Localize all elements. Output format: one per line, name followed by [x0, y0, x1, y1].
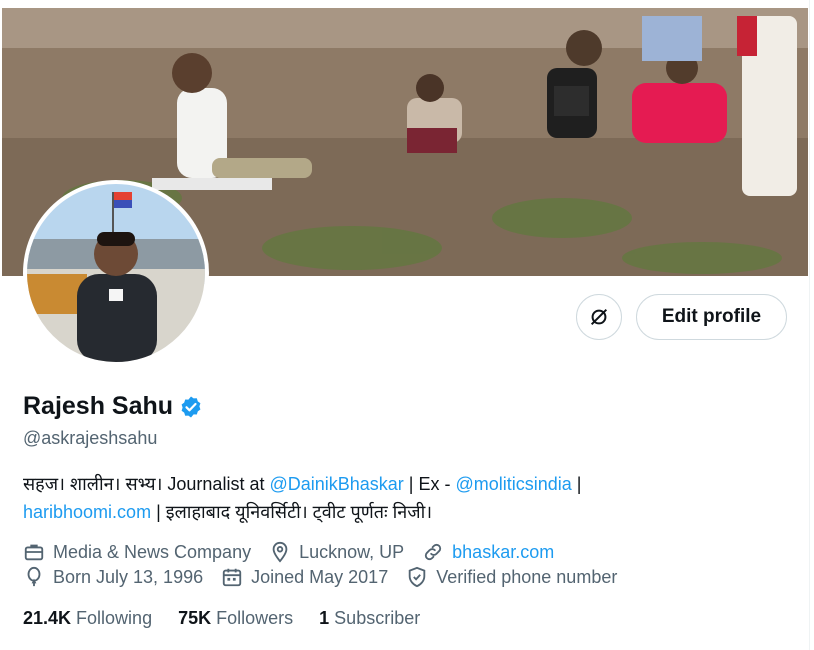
following-label: Following [76, 608, 153, 628]
bio-text: | इलाहाबाद यूनिवर्सिटी। ट्वीट पूर्णतः नि… [151, 502, 433, 522]
verified-badge-icon[interactable] [179, 395, 203, 419]
subscriber-label: Subscriber [334, 608, 421, 628]
location-text: Lucknow, UP [299, 541, 405, 562]
profile-handle: @askrajeshsahu [23, 428, 158, 448]
birthday-item: Born July 13, 1996 [23, 566, 203, 588]
profile-meta-row-2: Born July 13, 1996 Joined May 2017 Verif… [23, 566, 635, 588]
shield-check-icon [408, 566, 426, 588]
website-link[interactable]: bhaskar.com [452, 542, 554, 563]
category-item: Media & News Company [23, 541, 251, 563]
joined-text: Joined May 2017 [251, 566, 389, 587]
category-text: Media & News Company [53, 541, 252, 562]
profile-stats: 21.4K Following 75K Followers 1 Subscriber [23, 608, 446, 629]
followers-stat[interactable]: 75K Followers [178, 608, 293, 629]
mention-link[interactable]: @moliticsindia [455, 474, 571, 494]
location-pin-icon [272, 541, 288, 563]
profile-name-row: Rajesh Sahu [23, 392, 203, 421]
profile-name: Rajesh Sahu [23, 392, 174, 420]
balloon-icon [27, 566, 41, 587]
calendar-icon [222, 568, 242, 587]
verified-phone-item[interactable]: Verified phone number [406, 566, 617, 588]
bio-url-link[interactable]: haribhoomi.com [23, 502, 151, 522]
briefcase-icon [24, 544, 44, 561]
subscriber-stat[interactable]: 1 Subscriber [319, 608, 420, 629]
subscriber-count: 1 [319, 608, 330, 628]
profile-bio: सहज। शालीन। सभ्य। Journalist at @DainikB… [23, 470, 683, 526]
location-item: Lucknow, UP [269, 541, 404, 563]
profile-meta-row: Media & News Company Lucknow, UP bhaskar… [23, 541, 572, 563]
following-count: 21.4K [23, 608, 72, 628]
bio-text: | Ex - [403, 474, 456, 494]
verified-phone-text: Verified phone number [436, 566, 618, 587]
followers-label: Followers [216, 608, 294, 628]
lens-slash-icon [590, 308, 608, 326]
profile-page: Edit profile Rajesh Sahu @askrajeshsahu … [0, 0, 810, 650]
birthday-text: Born July 13, 1996 [53, 566, 204, 587]
edit-profile-button[interactable]: Edit profile [636, 294, 787, 340]
followers-count: 75K [178, 608, 212, 628]
website-item[interactable]: bhaskar.com [422, 541, 554, 563]
mention-link[interactable]: @DainikBhaskar [269, 474, 403, 494]
link-icon [425, 543, 442, 561]
grok-analyze-button[interactable] [576, 294, 622, 340]
following-stat[interactable]: 21.4K Following [23, 608, 152, 629]
joined-item: Joined May 2017 [221, 566, 388, 588]
profile-avatar[interactable] [23, 180, 209, 366]
bio-text: | [571, 474, 582, 494]
bio-text: सहज। शालीन। सभ्य। Journalist at [23, 474, 270, 494]
